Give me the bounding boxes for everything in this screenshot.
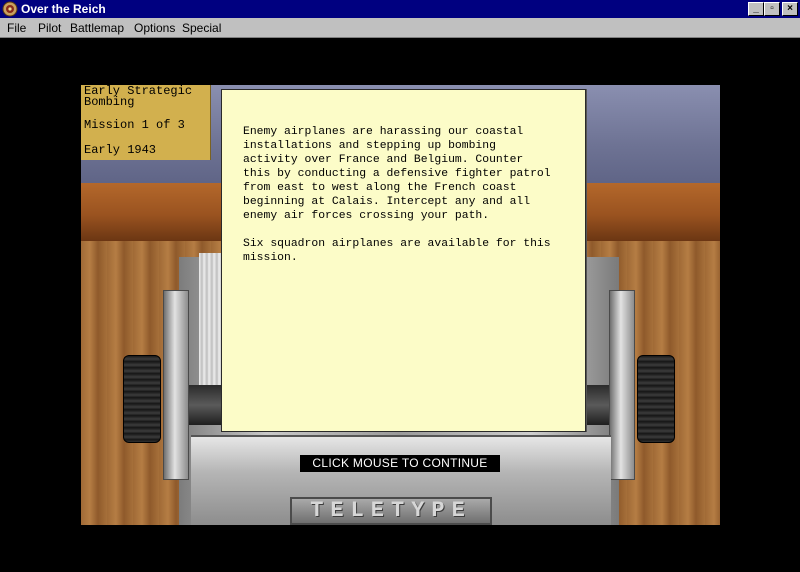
minimize-button[interactable]: _	[748, 2, 764, 16]
mission-date: Early 1943	[84, 143, 157, 157]
mission-info-card: Early Strategic Bombing Mission 1 of 3 E…	[81, 85, 211, 160]
app-emblem-icon[interactable]	[2, 1, 18, 17]
maximize-button[interactable]: ▫	[764, 2, 780, 16]
teletype-nameplate: TELETYPE	[290, 497, 492, 525]
campaign-name-line2: Bombing	[84, 95, 135, 109]
menu-options[interactable]: Options	[134, 21, 175, 35]
left-paper-guide	[163, 290, 189, 480]
mission-number: Mission 1 of 3	[84, 118, 185, 132]
left-roller-knob	[123, 355, 161, 443]
menu-pilot[interactable]: Pilot	[38, 21, 61, 35]
briefing-paper: Enemy airplanes are harassing our coasta…	[221, 89, 586, 432]
title-bar: Over the Reich _ ▫ ×	[0, 0, 800, 18]
right-paper-guide	[609, 290, 635, 480]
right-roller-knob	[637, 355, 675, 443]
menu-battlemap[interactable]: Battlemap	[70, 21, 124, 35]
click-to-continue-prompt[interactable]: CLICK MOUSE TO CONTINUE	[300, 455, 500, 472]
close-button[interactable]: ×	[782, 2, 798, 16]
menu-file[interactable]: File	[7, 21, 26, 35]
briefing-paragraph-2: Six squadron airplanes are available for…	[243, 238, 551, 264]
briefing-paragraph-1: Enemy airplanes are harassing our coasta…	[243, 126, 551, 222]
window-title: Over the Reich	[21, 2, 106, 16]
menu-special[interactable]: Special	[182, 21, 221, 35]
menu-bar: File Pilot Battlemap Options Special	[0, 18, 800, 38]
